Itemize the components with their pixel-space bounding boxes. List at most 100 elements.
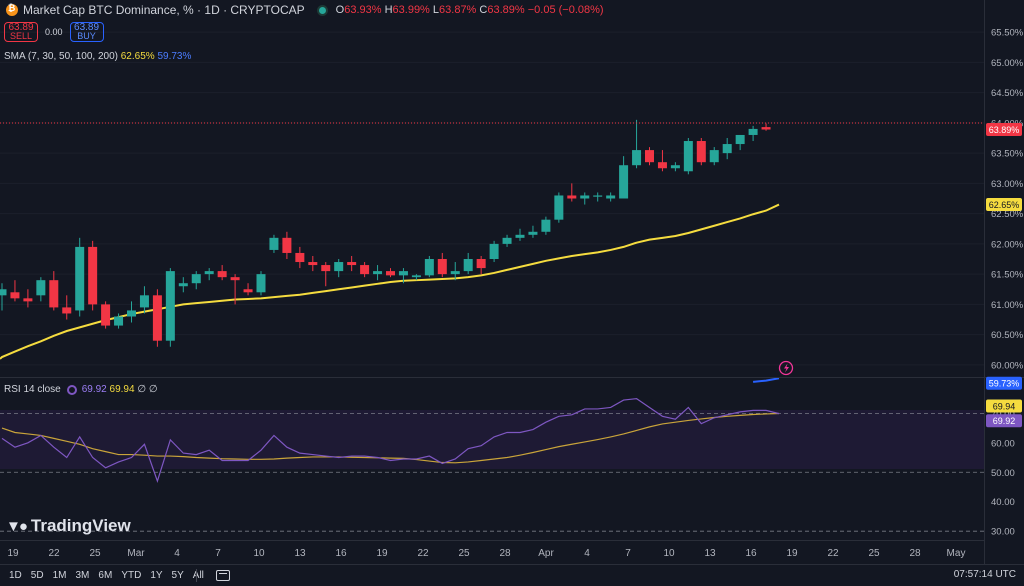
candle[interactable] — [295, 246, 305, 269]
candle[interactable] — [528, 225, 538, 238]
close-label: C — [479, 4, 488, 16]
time-tick-label: 10 — [253, 548, 265, 559]
candle-body — [49, 280, 59, 308]
sma-legend-value-1: 62.65% — [120, 51, 155, 62]
candle-body — [152, 295, 162, 341]
candle[interactable] — [243, 283, 253, 296]
tradingview-watermark[interactable]: ▼● TradingView — [6, 516, 131, 536]
time-tick-label: 4 — [584, 548, 590, 559]
candle[interactable] — [75, 237, 85, 317]
range-button-3m[interactable]: 3M — [76, 570, 90, 581]
candle[interactable] — [217, 265, 227, 281]
candle[interactable] — [269, 234, 279, 253]
candle[interactable] — [541, 216, 551, 235]
utc-clock[interactable]: 07:57:14 UTC — [954, 569, 1016, 580]
candle[interactable] — [360, 262, 370, 278]
range-button-1y[interactable]: 1Y — [150, 570, 162, 581]
current-price-flag-text: 63.89% — [989, 125, 1020, 135]
candle[interactable] — [709, 147, 719, 166]
candle[interactable] — [437, 252, 447, 278]
candle[interactable] — [515, 228, 525, 241]
candle[interactable] — [347, 255, 357, 272]
candle[interactable] — [748, 125, 758, 142]
candle[interactable] — [373, 265, 383, 281]
candle[interactable] — [619, 156, 629, 199]
sma2-flag-text: 59.73% — [989, 379, 1020, 389]
candle[interactable] — [567, 183, 577, 202]
market-status-icon[interactable] — [318, 6, 326, 14]
time-tick-label: 25 — [458, 548, 470, 559]
candle-body — [62, 307, 72, 314]
candle-body — [748, 128, 758, 135]
rsi-legend-value-1: 69.92 — [81, 384, 107, 395]
candle[interactable] — [282, 231, 292, 260]
candle[interactable] — [178, 277, 188, 293]
candle[interactable] — [696, 137, 706, 166]
sell-label: SELL — [9, 31, 33, 41]
candle[interactable] — [476, 255, 486, 275]
grid-lines — [0, 31, 984, 366]
range-button-1m[interactable]: 1M — [53, 570, 67, 581]
symbol-title[interactable]: Market Cap BTC Dominance, % · 1D · CRYPT… — [23, 3, 305, 17]
rsi-tick-label: 50.00 — [991, 468, 1015, 479]
candle[interactable] — [593, 192, 603, 202]
sma2-flag: 59.73% — [986, 376, 1022, 390]
sma-line-2[interactable] — [753, 377, 780, 383]
range-button-all[interactable]: All — [193, 570, 204, 581]
candle[interactable] — [502, 234, 512, 247]
candle[interactable] — [165, 268, 175, 347]
sell-button[interactable]: 63.89 SELL — [4, 22, 38, 42]
candle[interactable] — [735, 134, 745, 151]
candle[interactable] — [463, 252, 473, 275]
sma-line[interactable] — [0, 203, 780, 360]
candle[interactable] — [424, 255, 434, 278]
price-tick-label: 65.50% — [991, 28, 1024, 39]
candle[interactable] — [256, 271, 266, 296]
range-button-5y[interactable]: 5Y — [172, 570, 184, 581]
candle[interactable] — [645, 147, 654, 166]
range-button-6m[interactable]: 6M — [98, 570, 112, 581]
candle[interactable] — [632, 119, 642, 169]
candle-body — [114, 316, 124, 326]
candle[interactable] — [489, 240, 499, 263]
candle[interactable] — [0, 283, 7, 311]
price-tick-label: 61.00% — [991, 300, 1024, 311]
candle[interactable] — [152, 289, 162, 347]
time-tick-label: 25 — [89, 548, 101, 559]
candle[interactable] — [101, 301, 111, 329]
candle[interactable] — [139, 286, 149, 314]
candles — [0, 119, 771, 347]
candle[interactable] — [386, 268, 395, 278]
candle[interactable] — [36, 277, 46, 302]
candle[interactable] — [308, 255, 318, 272]
candle[interactable] — [204, 268, 214, 281]
range-button-ytd[interactable]: YTD — [121, 570, 141, 581]
candle-body — [528, 231, 538, 235]
sma-flag: 62.65% — [986, 198, 1022, 212]
lightning-icon[interactable] — [778, 360, 794, 376]
change-value: −0.05 (−0.08%) — [527, 4, 604, 16]
sma-legend[interactable]: SMA (7, 30, 50, 100, 200) 62.65% 59.73% — [4, 51, 191, 62]
candle-body — [191, 274, 201, 284]
candle[interactable] — [606, 192, 616, 202]
rsi-legend[interactable]: RSI 14 close 69.92 69.94 ∅ ∅ — [4, 384, 158, 395]
rsi-flag: 69.92 — [986, 414, 1022, 428]
range-button-5d[interactable]: 5D — [31, 570, 44, 581]
chart-canvas[interactable]: 65.50%65.00%64.50%64.00%63.50%63.00%62.5… — [0, 0, 1024, 585]
range-button-1d[interactable]: 1D — [9, 570, 22, 581]
candle[interactable] — [554, 192, 564, 223]
candle[interactable] — [49, 271, 59, 311]
candle[interactable] — [10, 280, 20, 302]
candle[interactable] — [62, 295, 72, 320]
candle[interactable] — [722, 137, 732, 160]
candle-body — [696, 141, 706, 163]
candle[interactable] — [580, 192, 590, 205]
candle[interactable] — [670, 162, 680, 172]
candle[interactable] — [761, 123, 771, 131]
candle[interactable] — [683, 137, 693, 175]
calendar-icon[interactable] — [215, 570, 230, 581]
candle-body — [269, 237, 279, 250]
candle[interactable] — [88, 240, 98, 311]
rsi-ma-flag-text: 69.94 — [993, 401, 1016, 411]
buy-button[interactable]: 63.89 BUY — [69, 22, 104, 42]
